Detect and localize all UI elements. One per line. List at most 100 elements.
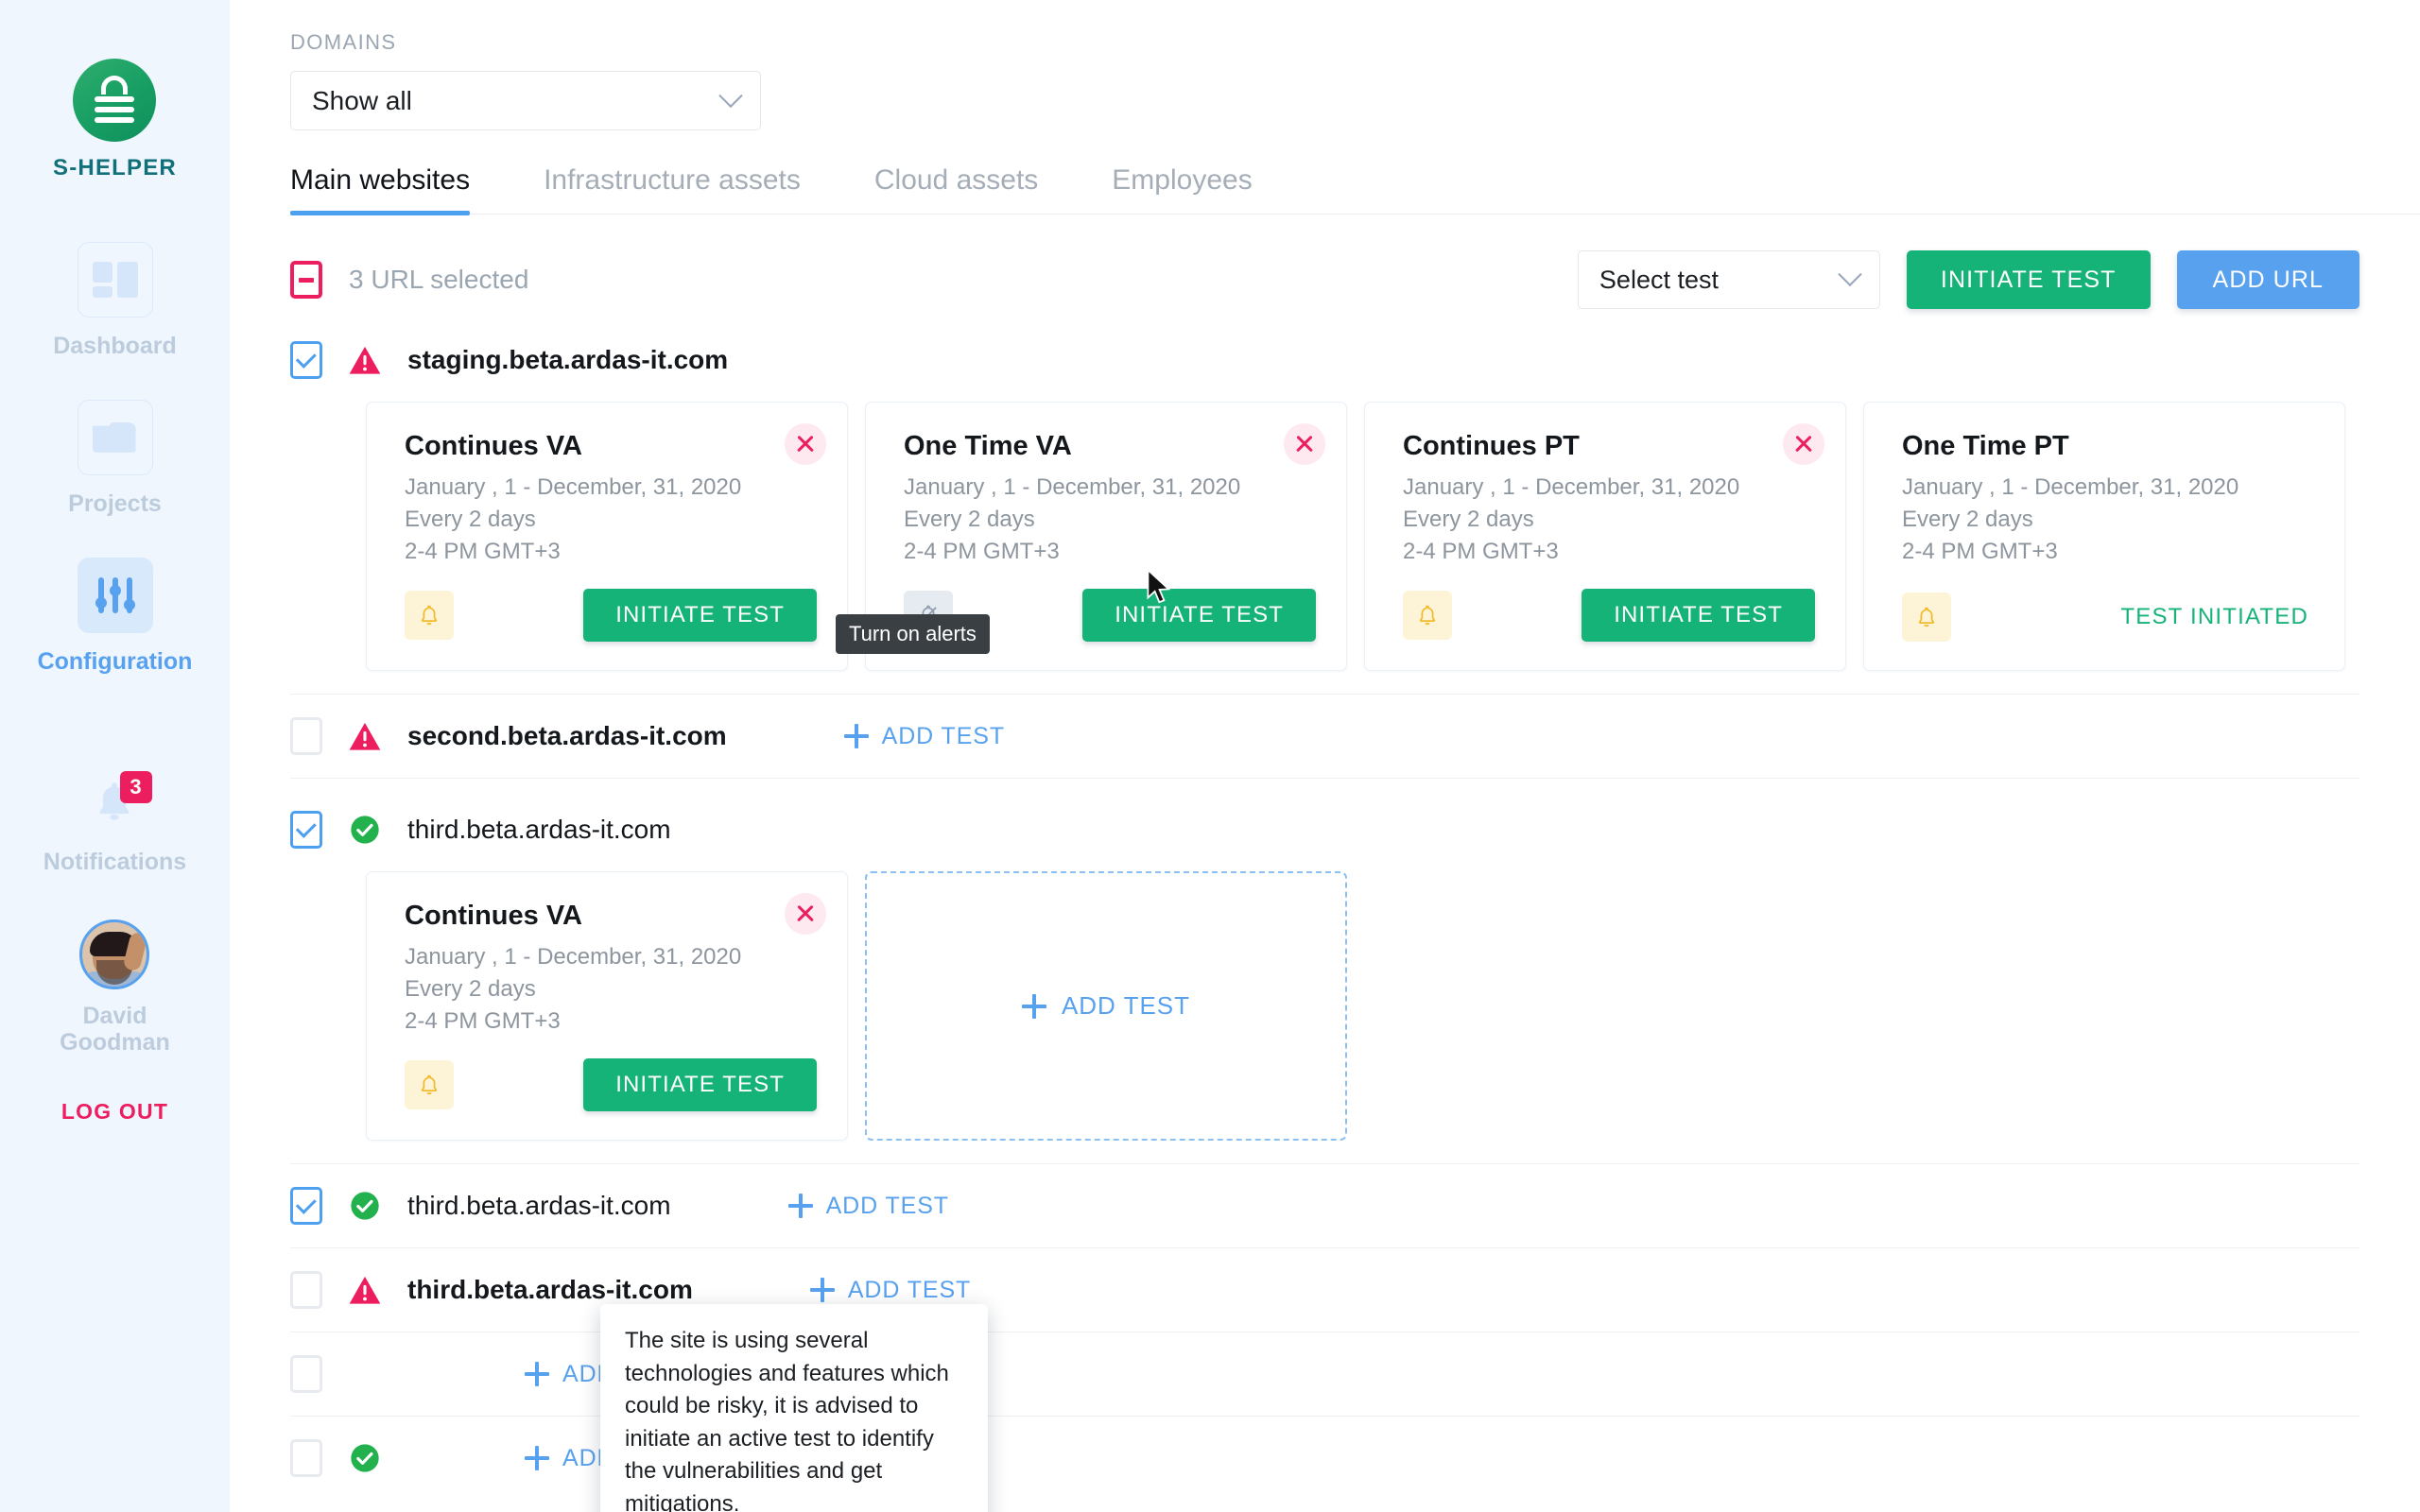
alerts-toggle-button[interactable] <box>1403 591 1452 640</box>
row-checkbox[interactable] <box>290 811 322 849</box>
row-checkbox[interactable] <box>290 341 322 379</box>
sidebar-item-projects[interactable]: Projects <box>0 399 230 518</box>
alerts-toggle-button[interactable] <box>405 591 454 640</box>
chevron-down-icon <box>1838 262 1862 287</box>
bell-icon <box>1419 605 1436 626</box>
row-checkbox[interactable] <box>290 1187 322 1225</box>
domain-name[interactable]: second.beta.ardas-it.com <box>407 721 727 751</box>
test-card-meta: January , 1 - December, 31, 2020 Every 2… <box>1902 472 2314 568</box>
domain-row: third.beta.ardas-it.com ADD TEST <box>290 1164 2360 1248</box>
select-test-dropdown[interactable]: Select test <box>1577 250 1880 309</box>
tab-employees[interactable]: Employees <box>1112 164 1252 214</box>
close-icon[interactable] <box>785 423 826 465</box>
add-test-card-button[interactable]: ADD TEST <box>865 871 1347 1141</box>
test-card-meta: January , 1 - December, 31, 2020 Every 2… <box>405 472 817 568</box>
test-card-dates: January , 1 - December, 31, 2020 <box>1902 474 2239 500</box>
tab-main-websites[interactable]: Main websites <box>290 164 471 215</box>
user-last-name: Goodman <box>60 1029 170 1057</box>
add-url-button[interactable]: ADD URL <box>2176 250 2360 309</box>
test-card: One Time PT January , 1 - December, 31, … <box>1863 402 2345 671</box>
card-initiate-test-button[interactable]: INITIATE TEST <box>583 1058 817 1111</box>
sidebar-item-notifications[interactable]: 3 Notifications <box>43 771 187 876</box>
test-card-dates: January , 1 - December, 31, 2020 <box>405 944 742 970</box>
card-initiate-test-button[interactable]: INITIATE TEST <box>583 589 817 642</box>
test-card-title: Continues VA <box>405 431 582 461</box>
plus-icon <box>843 724 869 748</box>
test-card: Continues VA January , 1 - December, 31,… <box>366 871 848 1141</box>
test-card-title: One Time VA <box>904 431 1072 461</box>
test-card-meta: January , 1 - December, 31, 2020 Every 2… <box>904 472 1316 568</box>
test-status-label: TEST INITIATED <box>2120 604 2308 629</box>
page-header: DOMAINS Show all <box>230 0 2420 130</box>
tab-bar: Main websites Infrastructure assets Clou… <box>290 164 2420 215</box>
test-card-window: 2-4 PM GMT+3 <box>405 1008 561 1035</box>
user-profile[interactable]: David Goodman <box>60 919 170 1056</box>
row-checkbox[interactable] <box>290 717 322 755</box>
domain-name[interactable]: third.beta.ardas-it.com <box>407 1275 693 1305</box>
warning-icon <box>349 720 381 752</box>
test-card: Continues VA January , 1 - December, 31,… <box>366 402 848 671</box>
sidebar-item-configuration[interactable]: Configuration <box>0 557 230 676</box>
domain-select-value: Show all <box>312 85 412 115</box>
test-card-meta: January , 1 - December, 31, 2020 Every 2… <box>1403 472 1815 568</box>
select-test-value: Select test <box>1599 265 1719 294</box>
sidebar-item-label: Configuration <box>37 647 193 675</box>
sidebar-item-label: Projects <box>68 490 162 517</box>
test-card-meta: January , 1 - December, 31, 2020 Every 2… <box>405 941 817 1038</box>
bell-icon <box>1918 607 1935 627</box>
alerts-toggle-button[interactable] <box>405 1060 454 1109</box>
plus-icon <box>1021 993 1046 1019</box>
tab-infrastructure-assets[interactable]: Infrastructure assets <box>544 164 801 214</box>
domain-name[interactable]: staging.beta.ardas-it.com <box>407 345 728 375</box>
close-icon[interactable] <box>1284 423 1325 465</box>
alerts-tooltip: Turn on alerts <box>836 614 990 654</box>
add-test-button[interactable]: ADD TEST <box>787 1192 949 1220</box>
plus-icon <box>787 1194 813 1218</box>
test-card-frequency: Every 2 days <box>904 507 1035 533</box>
row-checkbox[interactable] <box>290 1439 322 1477</box>
domains-label: DOMAINS <box>290 30 397 54</box>
domain-name[interactable]: third.beta.ardas-it.com <box>407 815 671 845</box>
row-checkbox[interactable] <box>290 1271 322 1309</box>
main-content: DOMAINS Show all Main websites Infrastru… <box>230 0 2420 1512</box>
card-initiate-test-button[interactable]: INITIATE TEST <box>1582 589 1815 642</box>
card-initiate-test-button[interactable]: INITIATE TEST <box>1082 589 1316 642</box>
domain-select[interactable]: Show all <box>290 71 761 130</box>
check-circle-icon <box>349 1190 381 1222</box>
close-icon[interactable] <box>1783 423 1824 465</box>
initiate-test-button[interactable]: INITIATE TEST <box>1906 250 2151 309</box>
sidebar-item-dashboard[interactable]: Dashboard <box>0 242 230 360</box>
plus-icon <box>809 1278 835 1302</box>
warning-icon <box>349 344 381 376</box>
close-icon[interactable] <box>785 893 826 935</box>
bell-icon <box>421 1074 438 1095</box>
alerts-toggle-button[interactable] <box>1902 593 1951 642</box>
plus-icon <box>525 1446 549 1470</box>
logout-button[interactable]: LOG OUT <box>61 1099 168 1125</box>
tab-cloud-assets[interactable]: Cloud assets <box>874 164 1038 214</box>
test-card-dates: January , 1 - December, 31, 2020 <box>405 474 742 500</box>
plus-icon <box>525 1362 549 1386</box>
lock-icon <box>73 59 157 142</box>
check-circle-icon <box>349 814 381 846</box>
dashboard-icon <box>77 242 153 318</box>
sidebar-nav: Dashboard Projects Configuration <box>0 242 230 714</box>
test-card-list: Continues VA January , 1 - December, 31,… <box>290 858 2360 1163</box>
test-card-frequency: Every 2 days <box>1403 507 1534 533</box>
select-all-checkbox[interactable] <box>290 261 322 299</box>
sidebar: S-HELPER Dashboard Projects Configuratio… <box>0 0 230 1512</box>
row-checkbox[interactable] <box>290 1355 322 1393</box>
test-card-dates: January , 1 - December, 31, 2020 <box>1403 474 1740 500</box>
add-test-button[interactable]: ADD TEST <box>843 723 1005 750</box>
check-circle-icon <box>349 1442 381 1474</box>
domain-row: staging.beta.ardas-it.com Continues VA J… <box>290 309 2360 695</box>
domain-name[interactable]: third.beta.ardas-it.com <box>407 1191 671 1221</box>
test-card-list: Continues VA January , 1 - December, 31,… <box>290 388 2360 694</box>
add-test-label: ADD TEST <box>825 1192 949 1219</box>
app-root: S-HELPER Dashboard Projects Configuratio… <box>0 0 2420 1512</box>
test-card-title: One Time PT <box>1902 431 2069 461</box>
add-test-button[interactable]: ADD TEST <box>809 1277 971 1304</box>
sidebar-item-label: Notifications <box>43 849 187 876</box>
test-card-title: Continues VA <box>405 901 582 931</box>
risk-info-tooltip: The site is using several technologies a… <box>600 1304 988 1512</box>
